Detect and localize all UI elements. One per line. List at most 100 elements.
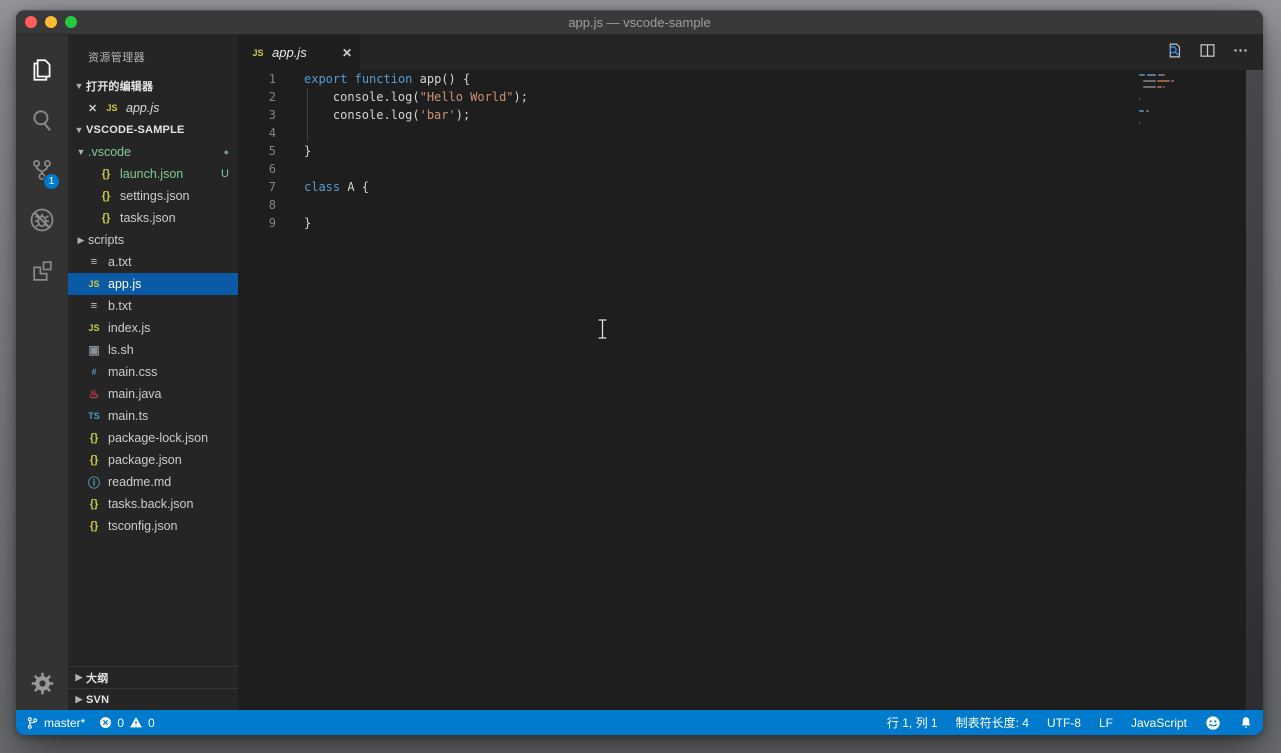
file-name: launch.json xyxy=(120,167,184,181)
scm-badge: 1 xyxy=(43,173,60,190)
window-title: app.js — vscode-sample xyxy=(568,14,711,30)
js-icon: JS xyxy=(88,279,100,289)
more-actions-icon[interactable] xyxy=(1232,42,1249,64)
indentation-status[interactable]: 制表符长度: 4 xyxy=(956,714,1029,731)
eol-status[interactable]: LF xyxy=(1099,716,1113,730)
tree-item-b.txt[interactable]: ≡ b.txt xyxy=(68,295,238,317)
minimize-window-button[interactable] xyxy=(45,16,57,28)
sidebar-bottom-panels: ▶ 大纲 ▶ SVN xyxy=(68,666,238,710)
tree-item-tasks.back.json[interactable]: {} tasks.back.json xyxy=(68,493,238,515)
tree-item-tsconfig.json[interactable]: {} tsconfig.json xyxy=(68,515,238,537)
close-icon[interactable]: ✕ xyxy=(88,102,104,115)
encoding-status[interactable]: UTF-8 xyxy=(1047,716,1081,730)
close-tab-icon[interactable]: ✕ xyxy=(342,46,352,60)
cursor-position[interactable]: 行 1, 列 1 xyxy=(887,714,938,731)
code-line: console.log('bar'); xyxy=(304,108,471,122)
tree-item-readme.md[interactable]: ⓘ readme.md xyxy=(68,471,238,493)
file-name: main.ts xyxy=(108,409,149,423)
line-number: 4 xyxy=(268,126,276,140)
debug-icon[interactable] xyxy=(16,195,68,245)
branch-status[interactable]: master* xyxy=(26,716,85,730)
open-editor-item-appjs[interactable]: ✕ JS app.js xyxy=(68,97,238,119)
line-numbers: 1 2 3 4 5 6 7 8 9 xyxy=(238,70,286,710)
open-changes-icon[interactable] xyxy=(1166,42,1183,64)
explorer-icon[interactable] xyxy=(16,45,68,95)
file-name: main.java xyxy=(108,387,162,401)
status-bar: master* 0 0 行 1, 列 1 制表符长度: 4 UTF-8 LF J… xyxy=(16,710,1263,735)
file-name: b.txt xyxy=(108,299,132,313)
file-name: package.json xyxy=(108,453,182,467)
line-number: 9 xyxy=(268,216,276,230)
svn-section-header[interactable]: ▶ SVN xyxy=(68,688,238,710)
json-icon: {} xyxy=(89,454,99,466)
json-icon: {} xyxy=(101,168,111,180)
open-editors-header[interactable]: ▼ 打开的编辑器 xyxy=(68,75,238,97)
tree-item-main.css[interactable]: # main.css xyxy=(68,361,238,383)
ts-icon: TS xyxy=(88,411,100,421)
workspace-header[interactable]: ▼ VSCODE-SAMPLE xyxy=(68,119,238,141)
tree-item-settings.json[interactable]: {} settings.json xyxy=(68,185,238,207)
text-file-icon: ≡ xyxy=(90,256,98,268)
git-status-badge: U xyxy=(221,168,229,180)
file-name: scripts xyxy=(88,233,125,247)
text-file-icon: ≡ xyxy=(90,300,98,312)
modified-dot-badge: ● xyxy=(223,147,229,157)
problems-status[interactable]: 0 0 xyxy=(99,715,155,730)
tree-item-scripts[interactable]: ▶ scripts xyxy=(68,229,238,251)
tree-item-.vscode[interactable]: ▼ .vscode ● xyxy=(68,141,238,163)
code-line: class A { xyxy=(304,180,370,194)
tree-item-a.txt[interactable]: ≡ a.txt xyxy=(68,251,238,273)
file-name: ls.sh xyxy=(108,343,134,357)
json-icon: {} xyxy=(89,432,99,444)
chevron-right-icon: ▶ xyxy=(77,234,85,245)
source-control-icon[interactable]: 1 xyxy=(16,145,68,195)
tree-item-launch.json[interactable]: {} launch.json U xyxy=(68,163,238,185)
tree-item-index.js[interactable]: JS index.js xyxy=(68,317,238,339)
js-icon: JS xyxy=(252,47,264,58)
code-editor[interactable]: 1 2 3 4 5 6 7 8 9 export function app() { consol… xyxy=(238,70,1263,710)
line-number: 7 xyxy=(268,180,276,194)
manage-gear-icon[interactable] xyxy=(16,671,68,696)
css-icon: # xyxy=(91,367,97,377)
zoom-window-button[interactable] xyxy=(65,16,77,28)
close-window-button[interactable] xyxy=(25,16,37,28)
chevron-down-icon: ▼ xyxy=(76,147,86,157)
file-name: app.js xyxy=(108,277,142,291)
traffic-lights xyxy=(16,16,77,28)
activity-bar: 1 xyxy=(16,35,68,710)
tree-item-package.json[interactable]: {} package.json xyxy=(68,449,238,471)
scrollbar-track[interactable] xyxy=(1246,70,1263,710)
file-tree: ▼ .vscode ●{} launch.json U{} settings.json{}… xyxy=(68,141,238,537)
sidebar-title: 资源管理器 xyxy=(88,52,145,64)
warning-count: 0 xyxy=(148,715,155,730)
line-number: 6 xyxy=(268,162,276,176)
file-name: tsconfig.json xyxy=(108,519,178,533)
tree-item-package-lock.json[interactable]: {} package-lock.json xyxy=(68,427,238,449)
extensions-icon[interactable] xyxy=(16,245,68,295)
chevron-down-icon: ▼ xyxy=(74,81,84,91)
js-icon: JS xyxy=(106,103,118,113)
tab-appjs[interactable]: JS app.js ✕ xyxy=(238,35,360,70)
feedback-smiley-icon[interactable] xyxy=(1205,715,1221,731)
split-editor-icon[interactable] xyxy=(1199,42,1216,64)
json-icon: {} xyxy=(101,212,111,224)
file-name: a.txt xyxy=(108,255,132,269)
code-line: export function app() { xyxy=(304,72,471,86)
chevron-right-icon: ▶ xyxy=(75,672,83,682)
tree-item-tasks.json[interactable]: {} tasks.json xyxy=(68,207,238,229)
minimap[interactable] xyxy=(1139,72,1179,126)
notifications-bell-icon[interactable] xyxy=(1239,715,1253,730)
chevron-down-icon: ▼ xyxy=(74,125,84,135)
language-mode[interactable]: JavaScript xyxy=(1131,716,1187,730)
tree-item-main.java[interactable]: ♨ main.java xyxy=(68,383,238,405)
outline-section-header[interactable]: ▶ 大纲 xyxy=(68,666,238,688)
tree-item-main.ts[interactable]: TS main.ts xyxy=(68,405,238,427)
tree-item-ls.sh[interactable]: ▣ ls.sh xyxy=(68,339,238,361)
line-number: 5 xyxy=(268,144,276,158)
code-line: } xyxy=(304,216,312,230)
explorer-sidebar: 资源管理器 ▼ 打开的编辑器 ✕ JS app.js ▼ VSCODE-SAMP… xyxy=(68,35,238,710)
vscode-window: app.js — vscode-sample 1 资源管理器 ▼ 打开的编辑器 … xyxy=(16,10,1263,735)
tree-item-app.js[interactable]: JS app.js xyxy=(68,273,238,295)
search-icon[interactable] xyxy=(16,95,68,145)
